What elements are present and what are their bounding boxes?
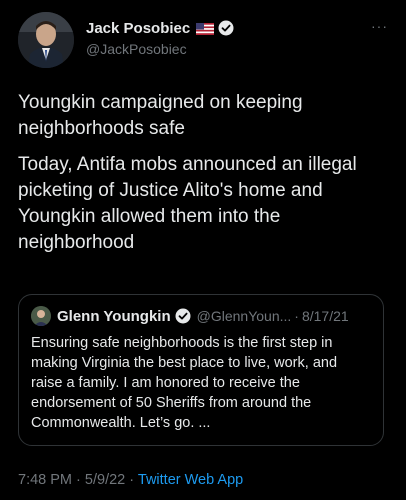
separator-dot: · bbox=[129, 472, 135, 488]
quoted-author-name: Glenn Youngkin bbox=[57, 307, 171, 325]
tweet-source-link[interactable]: Twitter Web App bbox=[138, 472, 243, 488]
avatar-image bbox=[18, 12, 74, 68]
quoted-tweet-date: 8/17/21 bbox=[301, 308, 349, 324]
tweet-time[interactable]: 7:48 PM bbox=[18, 472, 72, 488]
tweet-metadata: 7:48 PM · 5/9/22 · Twitter Web App bbox=[18, 472, 243, 488]
separator-dot: · bbox=[294, 308, 299, 324]
tweet-header: Jack Posobiec @JackPosobiec ··· bbox=[18, 12, 388, 68]
quoted-tweet-header: Glenn Youngkin @GlennYoun... · 8/17/21 bbox=[31, 305, 371, 327]
quoted-author-avatar bbox=[31, 306, 51, 326]
author-handle[interactable]: @JackPosobiec bbox=[86, 41, 366, 57]
tweet-paragraph: Today, Antifa mobs announced an illegal … bbox=[18, 154, 357, 253]
tweet-date[interactable]: 5/9/22 bbox=[85, 472, 125, 488]
author-name-row: Jack Posobiec bbox=[86, 18, 366, 38]
verified-badge-icon bbox=[175, 308, 191, 324]
more-options-icon[interactable]: ··· bbox=[368, 18, 388, 34]
us-flag-icon bbox=[196, 22, 215, 35]
author-avatar[interactable] bbox=[18, 12, 74, 68]
quoted-tweet[interactable]: Glenn Youngkin @GlennYoun... · 8/17/21 E… bbox=[18, 294, 384, 446]
quoted-author-handle: @GlennYoun... bbox=[196, 308, 292, 324]
tweet-paragraph: Youngkin campaigned on keeping neighborh… bbox=[18, 92, 303, 139]
tweet-body: Youngkin campaigned on keeping neighborh… bbox=[18, 90, 390, 266]
author-display-name[interactable]: Jack Posobiec bbox=[86, 20, 190, 37]
author-info: Jack Posobiec @JackPosobiec bbox=[86, 18, 366, 57]
separator-dot: · bbox=[76, 472, 81, 488]
verified-badge-icon bbox=[218, 20, 234, 36]
quoted-tweet-text: Ensuring safe neighborhoods is the first… bbox=[31, 335, 338, 431]
tweet-card: Jack Posobiec @JackPosobiec ··· Youngkin… bbox=[0, 0, 406, 500]
